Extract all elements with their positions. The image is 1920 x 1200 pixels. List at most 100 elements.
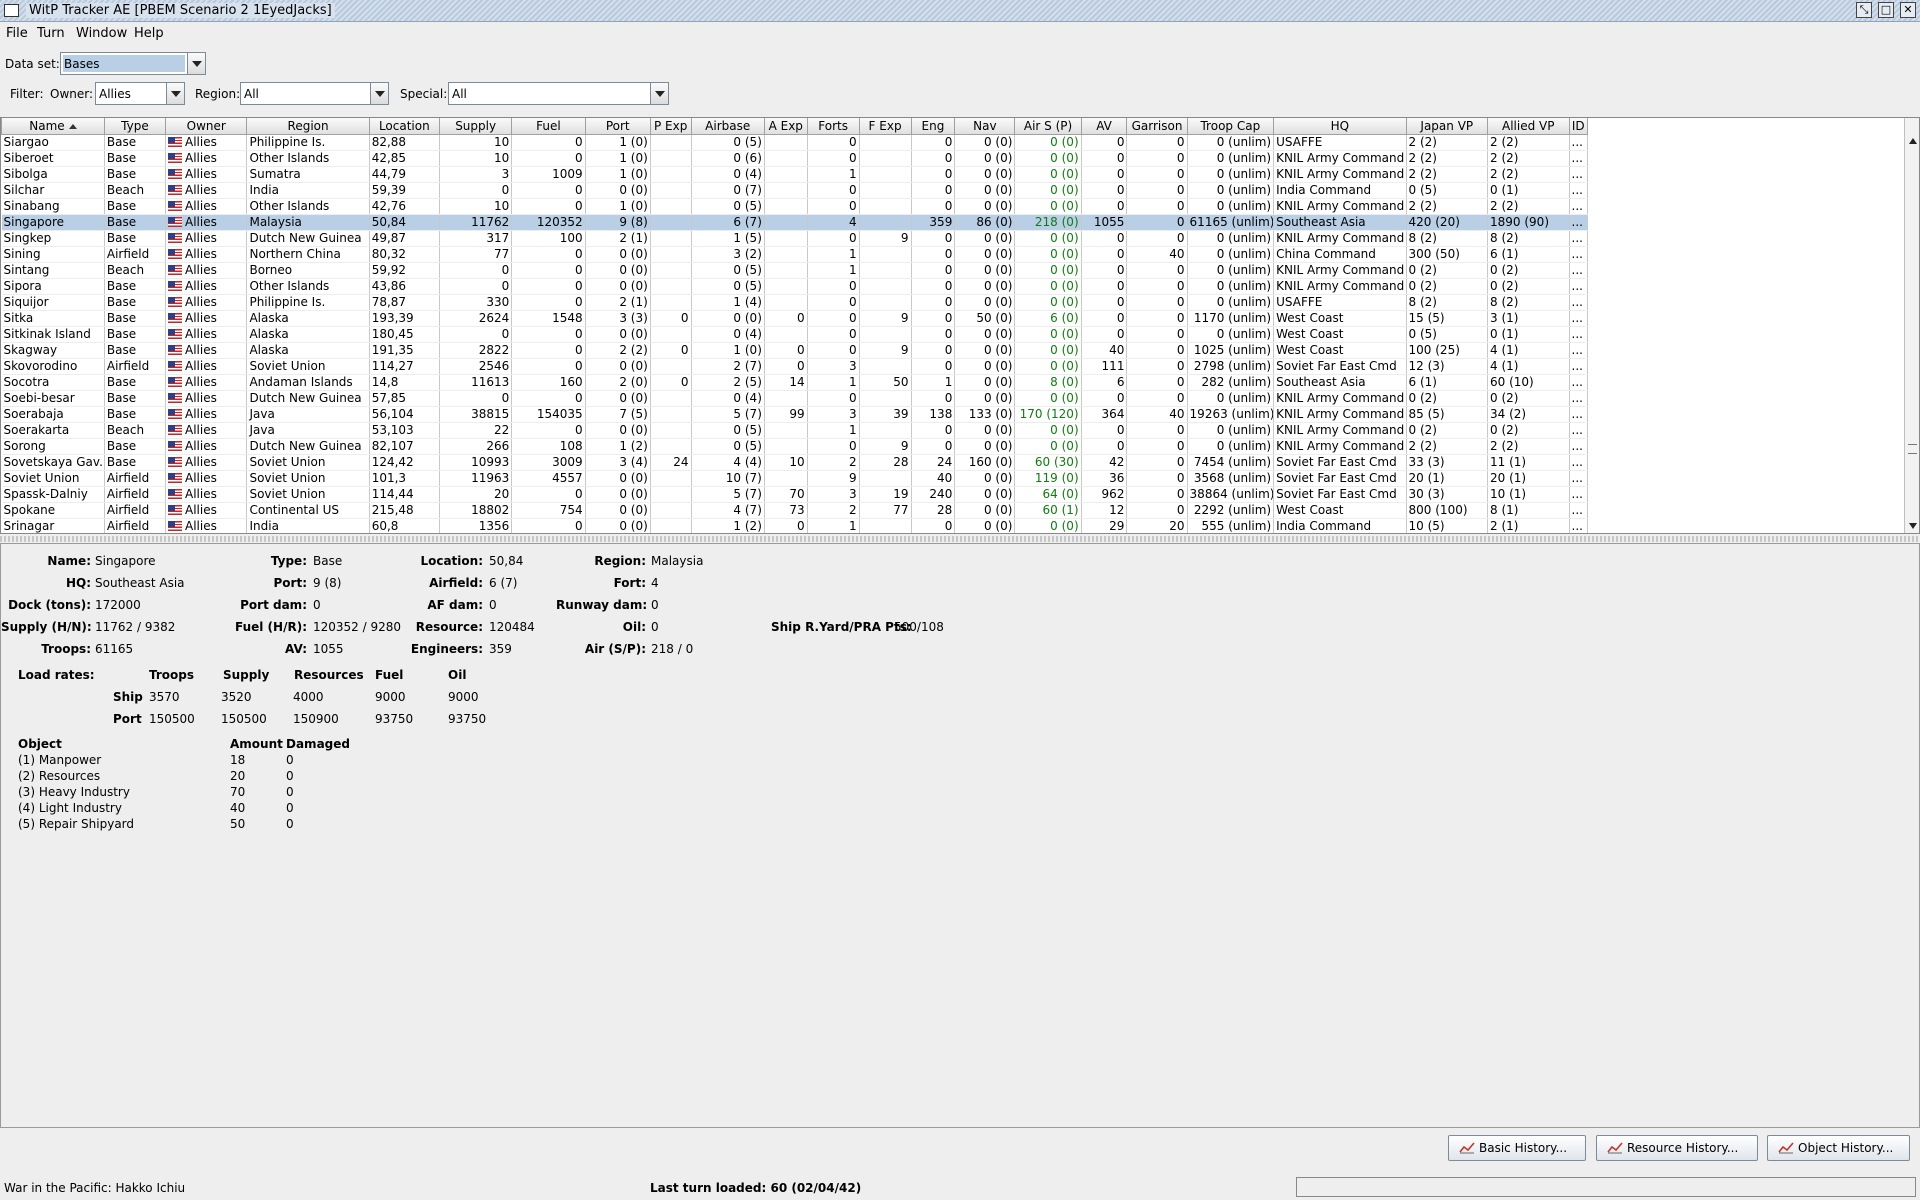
table-cell[interactable]: 0 bbox=[911, 310, 956, 327]
table-cell[interactable]: West Coast bbox=[1273, 342, 1407, 359]
table-cell[interactable]: 1009 bbox=[511, 166, 586, 183]
table-cell[interactable]: 1548 bbox=[511, 310, 586, 327]
column-header[interactable]: Airbase bbox=[690, 118, 765, 135]
object-history-button[interactable]: Object History... bbox=[1767, 1135, 1910, 1161]
table-cell[interactable] bbox=[650, 166, 692, 183]
table-cell[interactable]: 0 (0) bbox=[954, 150, 1016, 167]
menu-window[interactable]: Window bbox=[76, 26, 127, 41]
table-cell[interactable]: 20 bbox=[439, 486, 513, 503]
table-cell[interactable] bbox=[764, 182, 808, 199]
table-cell[interactable]: 0 bbox=[807, 294, 860, 311]
table-cell[interactable]: 42,85 bbox=[369, 150, 440, 167]
table-cell[interactable] bbox=[650, 214, 692, 231]
table-cell[interactable]: 11613 bbox=[439, 374, 513, 391]
table-cell[interactable]: 0 (unlim) bbox=[1187, 134, 1275, 151]
table-cell[interactable]: 3 bbox=[807, 406, 860, 423]
table-cell[interactable]: Philippine Is. bbox=[246, 294, 370, 311]
table-cell[interactable]: 36 bbox=[1081, 470, 1128, 487]
table-cell[interactable]: 0 (0) bbox=[1014, 198, 1082, 215]
table-cell[interactable]: 0 (6) bbox=[691, 150, 765, 167]
table-cell[interactable]: 0 bbox=[911, 278, 956, 295]
table-cell[interactable]: Airfield bbox=[104, 502, 166, 519]
table-cell[interactable]: 2 (2) bbox=[1487, 150, 1570, 167]
table-cell[interactable] bbox=[650, 198, 692, 215]
table-row[interactable]: Soviet Union Airfield Allies Soviet Union 10… bbox=[1, 470, 1588, 487]
table-cell[interactable]: 0 (0) bbox=[954, 134, 1016, 151]
table-cell[interactable]: 28 bbox=[859, 454, 912, 471]
table-row[interactable]: Spokane Airfield Allies Continental US 215,4… bbox=[1, 502, 1588, 519]
table-cell[interactable]: Allies bbox=[165, 438, 248, 455]
table-cell[interactable]: Malaysia bbox=[246, 214, 370, 231]
table-cell[interactable]: 0 (0) bbox=[954, 294, 1016, 311]
table-cell[interactable]: 30 (3) bbox=[1406, 486, 1489, 503]
table-cell[interactable]: 0 bbox=[807, 390, 860, 407]
resource-history-button[interactable]: Resource History... bbox=[1596, 1135, 1758, 1161]
table-cell[interactable]: 0 bbox=[439, 278, 513, 295]
table-cell[interactable]: 0 (0) bbox=[1014, 278, 1082, 295]
table-cell[interactable]: 4 (4) bbox=[691, 454, 765, 471]
table-cell[interactable]: 4 (1) bbox=[1487, 358, 1570, 375]
table-cell[interactable]: 754 bbox=[511, 502, 586, 519]
table-cell[interactable]: 0 bbox=[911, 326, 956, 343]
table-cell[interactable]: 3 bbox=[807, 486, 860, 503]
table-cell[interactable] bbox=[764, 166, 808, 183]
table-cell[interactable]: 0 bbox=[511, 198, 586, 215]
table-cell[interactable]: 0 bbox=[807, 134, 860, 151]
table-cell[interactable]: 0 (0) bbox=[585, 422, 651, 439]
table-row[interactable]: Sinabang Base Allies Other Islands 42,76 10 0 1… bbox=[1, 198, 1588, 215]
table-cell[interactable]: 0 bbox=[439, 390, 513, 407]
table-cell[interactable]: 50 bbox=[859, 374, 912, 391]
table-cell[interactable]: ... bbox=[1569, 150, 1588, 167]
basic-history-button[interactable]: Basic History... bbox=[1448, 1135, 1586, 1161]
table-cell[interactable]: 10 bbox=[764, 454, 808, 471]
table-cell[interactable]: 0 (0) bbox=[1014, 390, 1082, 407]
column-header[interactable]: Type bbox=[103, 118, 166, 135]
table-cell[interactable]: 0 (1) bbox=[1487, 182, 1570, 199]
table-cell[interactable]: Soviet Union bbox=[1, 470, 105, 487]
table-cell[interactable]: Continental US bbox=[246, 502, 370, 519]
table-cell[interactable]: China Command bbox=[1273, 246, 1407, 263]
column-header[interactable]: Name bbox=[1, 118, 105, 135]
column-header[interactable]: F Exp bbox=[858, 118, 912, 135]
table-cell[interactable]: 0 (0) bbox=[585, 390, 651, 407]
table-cell[interactable]: 59,92 bbox=[369, 262, 440, 279]
table-cell[interactable]: 3 (4) bbox=[585, 454, 651, 471]
table-cell[interactable]: 12 (3) bbox=[1406, 358, 1489, 375]
table-cell[interactable]: 0 bbox=[911, 246, 956, 263]
table-cell[interactable]: Base bbox=[104, 326, 166, 343]
table-cell[interactable]: USAFFE bbox=[1273, 134, 1407, 151]
table-cell[interactable]: 2 (2) bbox=[1406, 166, 1489, 183]
chevron-down-icon[interactable] bbox=[166, 83, 184, 104]
table-cell[interactable]: 3009 bbox=[511, 454, 586, 471]
table-row[interactable]: Sitkinak Island Base Allies Alaska 180,45 0 0 0… bbox=[1, 326, 1588, 343]
table-cell[interactable]: 114,44 bbox=[369, 486, 440, 503]
table-cell[interactable]: 0 (0) bbox=[954, 326, 1016, 343]
table-cell[interactable] bbox=[650, 246, 692, 263]
table-cell[interactable]: 0 (0) bbox=[585, 262, 651, 279]
table-cell[interactable]: ... bbox=[1569, 182, 1588, 199]
table-cell[interactable]: Andaman Islands bbox=[246, 374, 370, 391]
table-cell[interactable]: KNIL Army Command bbox=[1273, 390, 1407, 407]
table-cell[interactable] bbox=[859, 150, 912, 167]
table-cell[interactable]: 8 (2) bbox=[1487, 230, 1570, 247]
table-cell[interactable]: Soerabaja bbox=[1, 406, 105, 423]
table-cell[interactable]: 0 (0) bbox=[585, 518, 651, 533]
table-cell[interactable]: 0 bbox=[911, 230, 956, 247]
column-header[interactable]: Troop Cap bbox=[1186, 118, 1275, 135]
table-cell[interactable]: ... bbox=[1569, 310, 1588, 327]
table-cell[interactable]: 8 (2) bbox=[1406, 294, 1489, 311]
table-cell[interactable]: 0 bbox=[911, 422, 956, 439]
table-cell[interactable]: ... bbox=[1569, 502, 1588, 519]
table-cell[interactable] bbox=[859, 326, 912, 343]
table-cell[interactable]: 0 (2) bbox=[1406, 422, 1489, 439]
table-cell[interactable]: Airfield bbox=[104, 470, 166, 487]
owner-select[interactable]: Allies bbox=[95, 82, 185, 105]
table-cell[interactable]: Base bbox=[104, 374, 166, 391]
table-cell[interactable]: 2 (2) bbox=[1487, 166, 1570, 183]
table-cell[interactable]: 6 (1) bbox=[1487, 246, 1570, 263]
table-cell[interactable]: 11 (1) bbox=[1487, 454, 1570, 471]
table-cell[interactable]: 44,79 bbox=[369, 166, 440, 183]
table-cell[interactable]: 2 (2) bbox=[1406, 150, 1489, 167]
table-cell[interactable]: Spokane bbox=[1, 502, 105, 519]
table-cell[interactable]: 0 (0) bbox=[1014, 150, 1082, 167]
